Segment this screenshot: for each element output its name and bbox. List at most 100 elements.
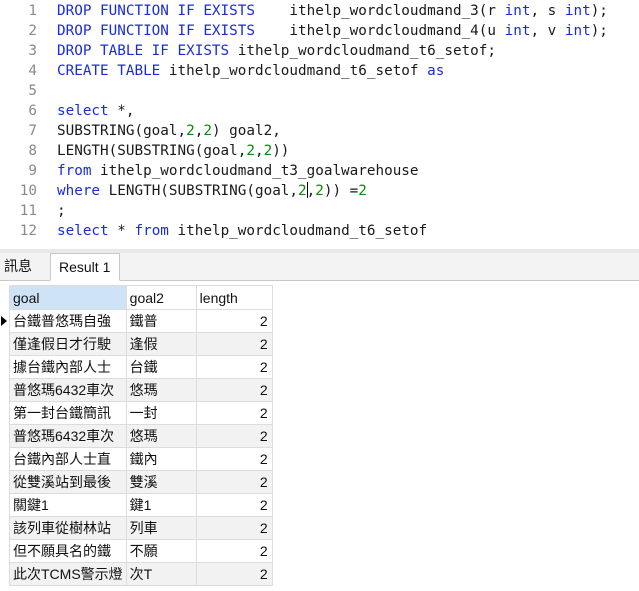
cell-goal2[interactable]: 悠瑪 xyxy=(125,424,197,448)
table-row[interactable]: 僅逢假日才行駛 逢假 2 xyxy=(9,332,273,356)
sql-text: ) goal2, xyxy=(211,123,281,139)
sql-text: ithelp_wordcloudmand_4(u xyxy=(254,23,505,39)
column-header-length[interactable]: length xyxy=(195,285,273,310)
cell-goal2[interactable]: 不願 xyxy=(125,539,197,563)
cell-goal2[interactable]: 一封 xyxy=(125,401,197,425)
code-text: select *, xyxy=(57,101,134,121)
cell-goal2[interactable]: 列車 xyxy=(125,516,197,540)
tab-messages[interactable]: 訊息 xyxy=(4,253,46,280)
cell-goal[interactable]: 關鍵1 xyxy=(9,493,127,517)
cell-length[interactable]: 2 xyxy=(195,309,273,333)
table-row[interactable]: 此次TCMS警示燈 次T 2 xyxy=(9,562,273,586)
code-text: DROP FUNCTION IF EXISTS ithelp_wordcloud… xyxy=(57,21,608,41)
table-row[interactable]: 該列車從樹林站 列車 2 xyxy=(9,516,273,540)
line-number: 11 xyxy=(19,203,37,219)
cell-goal[interactable]: 普悠瑪6432車次 xyxy=(9,424,127,448)
cell-length[interactable]: 2 xyxy=(195,539,273,563)
sql-text: )) xyxy=(272,143,290,159)
code-text: select * from ithelp_wordcloudmand_t6_se… xyxy=(57,221,427,241)
cell-goal[interactable]: 據台鐵內部人士 xyxy=(9,355,127,379)
sql-text: , xyxy=(306,183,316,199)
sql-editor[interactable]: 1 DROP FUNCTION IF EXISTS ithelp_wordclou… xyxy=(0,0,639,249)
cell-length[interactable]: 2 xyxy=(195,424,273,448)
line-number: 2 xyxy=(28,23,37,39)
sql-keyword: CREATE TABLE xyxy=(57,63,161,79)
table-row[interactable]: 據台鐵內部人士 台鐵 2 xyxy=(9,355,273,379)
cell-goal[interactable]: 普悠瑪6432車次 xyxy=(9,378,127,402)
sql-number: 2 xyxy=(186,123,195,139)
cell-goal2[interactable]: 鍵1 xyxy=(125,493,197,517)
cell-goal[interactable]: 台鐵普悠瑪自強 xyxy=(9,309,127,333)
table-row[interactable]: 第一封台鐵簡訊 一封 2 xyxy=(9,401,273,425)
sql-text: , xyxy=(254,143,264,159)
cell-length[interactable]: 2 xyxy=(195,355,273,379)
sql-text: ithelp_wordcloudmand_t6_setof; xyxy=(229,43,496,59)
sql-text: LENGTH(SUBSTRING(goal, xyxy=(100,183,299,199)
table-row[interactable]: 從雙溪站到最後 雙溪 2 xyxy=(9,470,273,494)
sql-text: *, xyxy=(108,103,135,119)
sql-text: ithelp_wordcloudmand_3(r xyxy=(254,3,505,19)
sql-text: LENGTH(SUBSTRING(goal, xyxy=(57,143,247,159)
code-text: DROP TABLE IF EXISTS ithelp_wordcloudman… xyxy=(57,41,496,61)
table-row[interactable]: 台鐵內部人士直 鐵內 2 xyxy=(9,447,273,471)
sql-text: ); xyxy=(590,3,608,19)
sql-keyword: DROP FUNCTION IF EXISTS xyxy=(57,3,255,19)
cell-goal2[interactable]: 次T xyxy=(125,562,197,586)
cell-goal2[interactable]: 台鐵 xyxy=(125,355,197,379)
cell-length[interactable]: 2 xyxy=(195,470,273,494)
tab-result-1[interactable]: Result 1 xyxy=(50,253,120,281)
code-text: CREATE TABLE ithelp_wordcloudmand_t6_set… xyxy=(57,61,444,81)
line-number: 1 xyxy=(28,3,37,19)
cell-goal2[interactable]: 鐵普 xyxy=(125,309,197,333)
cell-length[interactable]: 2 xyxy=(195,562,273,586)
table-row[interactable]: 台鐵普悠瑪自強 鐵普 2 xyxy=(9,309,273,333)
sql-text: * xyxy=(108,223,135,239)
sql-number: 2 xyxy=(246,143,255,159)
sql-keyword: DROP TABLE IF EXISTS xyxy=(57,43,230,59)
line-number: 7 xyxy=(28,123,37,139)
cell-length[interactable]: 2 xyxy=(195,332,273,356)
sql-number: 2 xyxy=(263,143,273,159)
cell-goal2[interactable]: 悠瑪 xyxy=(125,378,197,402)
cell-goal[interactable]: 僅逢假日才行駛 xyxy=(9,332,127,356)
cell-length[interactable]: 2 xyxy=(195,493,273,517)
sql-text: ithelp_wordcloudmand_t6_setof xyxy=(160,63,428,79)
table-row[interactable]: 關鍵1 鍵1 2 xyxy=(9,493,273,517)
cell-goal[interactable]: 此次TCMS警示燈 xyxy=(9,562,127,586)
result-table: goal goal2 length 台鐵普悠瑪自強 鐵普 2 僅逢假日才行駛 逢假 2 據台… xyxy=(9,285,273,586)
result-tab-bar: 訊息 Result 1 xyxy=(0,253,639,281)
cell-goal[interactable]: 該列車從樹林站 xyxy=(9,516,127,540)
table-row[interactable]: 但不願具名的鐵 不願 2 xyxy=(9,539,273,563)
line-number: 5 xyxy=(28,83,37,99)
column-header-goal[interactable]: goal xyxy=(9,285,127,310)
sql-text: ithelp_wordcloudmand_t6_setof xyxy=(168,223,428,239)
sql-text: , v xyxy=(530,23,565,39)
cell-goal2[interactable]: 逢假 xyxy=(125,332,197,356)
cell-length[interactable]: 2 xyxy=(195,401,273,425)
table-row[interactable]: 普悠瑪6432車次 悠瑪 2 xyxy=(9,378,273,402)
cell-goal[interactable]: 第一封台鐵簡訊 xyxy=(9,401,127,425)
sql-text: , s xyxy=(530,3,565,19)
sql-text: )) = xyxy=(323,183,359,199)
sql-number: 2 xyxy=(203,123,212,139)
code-text: LENGTH(SUBSTRING(goal,2,2)) xyxy=(57,141,289,161)
table-row[interactable]: 普悠瑪6432車次 悠瑪 2 xyxy=(9,424,273,448)
sql-number: 2 xyxy=(315,183,324,199)
header-row: goal goal2 length xyxy=(9,285,273,310)
cell-goal[interactable]: 但不願具名的鐵 xyxy=(9,539,127,563)
cell-length[interactable]: 2 xyxy=(195,516,273,540)
result-grid[interactable]: goal goal2 length 台鐵普悠瑪自強 鐵普 2 僅逢假日才行駛 逢假 2 據台… xyxy=(0,285,639,591)
cell-length[interactable]: 2 xyxy=(195,447,273,471)
cell-goal[interactable]: 台鐵內部人士直 xyxy=(9,447,127,471)
column-header-goal2[interactable]: goal2 xyxy=(125,285,197,310)
sql-keyword: int xyxy=(564,23,591,39)
cell-goal2[interactable]: 雙溪 xyxy=(125,470,197,494)
code-text: ; xyxy=(57,201,66,221)
sql-keyword: select xyxy=(57,103,109,119)
cell-goal2[interactable]: 鐵內 xyxy=(125,447,197,471)
code-text: from ithelp_wordcloudmand_t3_goalwarehou… xyxy=(57,161,419,181)
cell-length[interactable]: 2 xyxy=(195,378,273,402)
sql-number: 2 xyxy=(298,183,307,199)
cell-goal[interactable]: 從雙溪站到最後 xyxy=(9,470,127,494)
sql-text: ithelp_wordcloudmand_t3_goalwarehouse xyxy=(91,163,419,179)
